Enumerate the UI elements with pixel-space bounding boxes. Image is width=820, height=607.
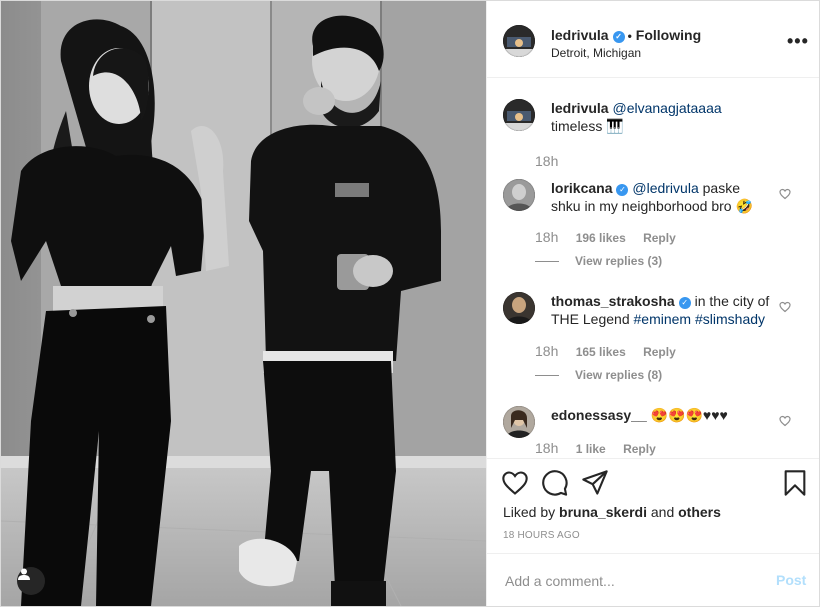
comment-meta: 18h 165 likes Reply: [535, 343, 676, 359]
verified-badge-icon: ✓: [612, 31, 625, 43]
comment-meta: 18h 1 like Reply: [535, 440, 656, 456]
hashtag-slimshady[interactable]: #slimshady: [695, 311, 765, 327]
post-header: ledrivula ✓ • Following Detroit, Michigan •…: [487, 1, 819, 78]
post-location[interactable]: Detroit, Michigan: [551, 46, 641, 60]
add-comment-input[interactable]: [503, 570, 747, 592]
comment-avatar[interactable]: [503, 179, 535, 211]
caption-text: ledrivula @elvanagjataaaa timeless 🎹: [551, 99, 771, 135]
caption-mention[interactable]: @elvanagjataaaa: [612, 100, 721, 116]
comment-likes[interactable]: 1 like: [576, 442, 606, 456]
liked-by-others[interactable]: others: [678, 504, 721, 520]
comment-meta: 18h 196 likes Reply: [535, 229, 676, 245]
comment-like-heart-icon[interactable]: [779, 301, 791, 313]
comment-text: thomas_strakosha ✓ in the city of THE Leg…: [551, 292, 771, 328]
comment-avatar[interactable]: [503, 292, 535, 324]
liked-by-prefix: Liked by: [503, 504, 556, 520]
post-photo[interactable]: [1, 1, 486, 606]
caption-meta: 18h: [535, 153, 572, 169]
comment-like-heart-icon[interactable]: [779, 415, 791, 427]
more-options-icon[interactable]: •••: [787, 31, 809, 52]
comments-list[interactable]: ledrivula @elvanagjataaaa timeless 🎹 18h…: [487, 78, 819, 458]
post-timestamp[interactable]: 18 HOURS AGO: [503, 530, 580, 541]
view-replies-line: [535, 375, 559, 377]
comment-username[interactable]: lorikcana: [551, 180, 612, 196]
comment-reply-button[interactable]: Reply: [643, 231, 676, 245]
view-replies-label: View replies (8): [575, 368, 663, 382]
comment-icon[interactable]: [541, 469, 569, 497]
post-details-panel: ledrivula ✓ • Following Detroit, Michigan •…: [486, 1, 819, 606]
comment-text: lorikcana ✓ @ledrivula paske shku in my n…: [551, 179, 771, 215]
caption-time[interactable]: 18h: [535, 153, 558, 169]
caption-avatar[interactable]: [503, 99, 535, 131]
author-avatar[interactable]: [503, 25, 535, 57]
comment-body: 😍😍😍♥♥♥: [650, 407, 728, 423]
instagram-post-modal: ledrivula ✓ • Following Detroit, Michigan •…: [0, 0, 820, 607]
comment-username[interactable]: thomas_strakosha: [551, 293, 675, 309]
caption-emoji: 🎹: [606, 118, 624, 134]
photo-illustration: [1, 1, 486, 606]
view-replies-button[interactable]: View replies (8): [535, 368, 662, 382]
following-button[interactable]: Following: [636, 27, 701, 43]
comment-avatar[interactable]: [503, 406, 535, 438]
view-replies-line: [535, 261, 559, 263]
comment-mention[interactable]: @ledrivula: [632, 180, 698, 196]
heart-icon[interactable]: [501, 469, 529, 497]
author-username[interactable]: ledrivula: [551, 27, 609, 43]
comment-likes[interactable]: 196 likes: [576, 231, 626, 245]
hashtag-eminem[interactable]: #eminem: [634, 311, 692, 327]
user-tag-icon[interactable]: [17, 567, 45, 595]
comment-time[interactable]: 18h: [535, 440, 558, 456]
comment-time[interactable]: 18h: [535, 343, 558, 359]
comment-reply-button[interactable]: Reply: [623, 442, 656, 456]
liked-by-conj: and: [650, 504, 675, 520]
comment-like-heart-icon[interactable]: [779, 188, 791, 200]
author-line: ledrivula ✓ • Following: [551, 27, 701, 43]
verified-badge-icon: ✓: [616, 184, 629, 196]
comment-username[interactable]: edonessasy__: [551, 407, 647, 423]
post-comment-button[interactable]: Post: [776, 572, 806, 588]
view-replies-label: View replies (3): [575, 254, 663, 268]
liked-by: Liked by bruna_skerdi and others: [503, 504, 721, 520]
comment-text: edonessasy__ 😍😍😍♥♥♥: [551, 406, 771, 424]
bookmark-icon[interactable]: [781, 469, 809, 497]
add-comment-section: Post: [487, 553, 819, 606]
share-icon[interactable]: [581, 469, 609, 497]
liked-by-user[interactable]: bruna_skerdi: [559, 504, 647, 520]
separator-dot: •: [627, 29, 632, 43]
caption-username[interactable]: ledrivula: [551, 100, 609, 116]
verified-badge-icon: ✓: [678, 297, 691, 309]
comment-emoji: 🤣: [735, 198, 753, 214]
post-actions: Liked by bruna_skerdi and others 18 HOUR…: [487, 458, 819, 606]
view-replies-button[interactable]: View replies (3): [535, 254, 662, 268]
comment-likes[interactable]: 165 likes: [576, 345, 626, 359]
caption-body: timeless: [551, 118, 603, 134]
comment-reply-button[interactable]: Reply: [643, 345, 676, 359]
comment-time[interactable]: 18h: [535, 229, 558, 245]
